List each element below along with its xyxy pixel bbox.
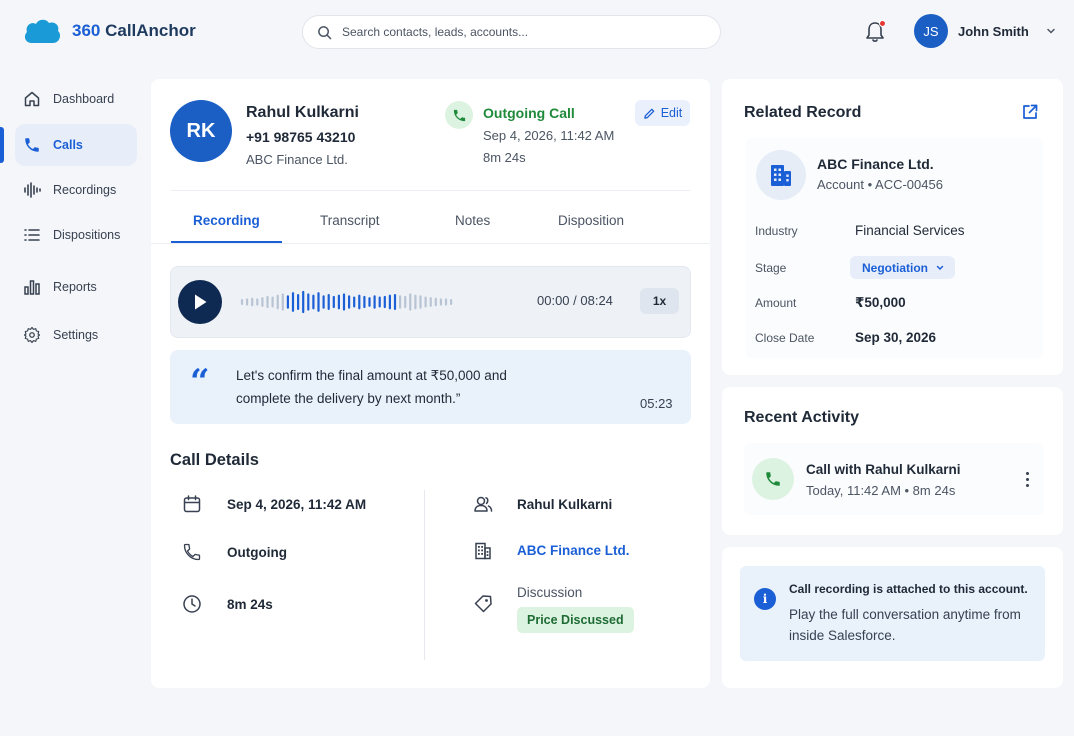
info-icon: i xyxy=(754,588,776,610)
highlight-timestamp[interactable]: 05:23 xyxy=(640,396,673,411)
contact-avatar: RK xyxy=(170,100,232,162)
user-avatar: JS xyxy=(914,14,948,48)
recent-activity-title: Recent Activity xyxy=(744,409,859,426)
notification-dot xyxy=(879,20,886,27)
stage-value: Negotiation xyxy=(862,260,928,275)
detail-contact: Rahul Kulkarni xyxy=(517,497,613,512)
user-name: John Smith xyxy=(958,23,1029,39)
info-text: Play the full conversation anytime from … xyxy=(789,607,1021,643)
related-record-title: Related Record xyxy=(744,104,862,121)
calendar-icon xyxy=(180,492,204,516)
call-details-title: Call Details xyxy=(170,451,259,469)
list-icon xyxy=(24,229,40,241)
phone-icon xyxy=(766,472,780,486)
close-date-value: Sep 30, 2026 xyxy=(855,330,937,345)
edit-label: Edit xyxy=(660,106,683,120)
activity-meta: Today, 11:42 AM • 8m 24s xyxy=(806,483,956,498)
activity-call-icon xyxy=(752,458,794,500)
contact-company: ABC Finance Ltd. xyxy=(246,152,348,167)
detail-duration: 8m 24s xyxy=(227,597,273,612)
audio-waveform[interactable] xyxy=(239,288,459,316)
account-name[interactable]: ABC Finance Ltd. xyxy=(817,156,934,172)
detail-disposition-label: Discussion xyxy=(517,585,583,600)
sidebar-item-label: Dashboard xyxy=(53,92,115,106)
users-icon xyxy=(471,492,495,516)
sidebar-item-dispositions[interactable]: Dispositions xyxy=(15,214,137,256)
chevron-down-icon xyxy=(1047,28,1055,34)
app-name: 360 CallAnchor xyxy=(72,21,196,40)
sidebar-item-dashboard[interactable]: Dashboard xyxy=(15,78,137,120)
detail-account-link[interactable]: ABC Finance Ltd. xyxy=(517,543,630,558)
phone-icon xyxy=(25,138,39,152)
edit-button[interactable]: Edit xyxy=(635,100,690,126)
quote-icon: “ xyxy=(190,362,210,402)
details-divider xyxy=(424,490,425,660)
call-datetime: Sep 4, 2026, 11:42 AM xyxy=(483,128,615,143)
sidebar-item-calls[interactable]: Calls xyxy=(15,124,137,166)
amount-value: ₹50,000 xyxy=(855,295,906,310)
search-bar[interactable] xyxy=(302,15,721,49)
sidebar-item-reports[interactable]: Reports xyxy=(15,266,137,308)
clock-icon xyxy=(180,592,204,616)
sidebar-item-label: Calls xyxy=(53,138,83,152)
more-options-icon[interactable] xyxy=(1019,468,1035,490)
play-button[interactable] xyxy=(178,280,222,324)
disposition-badge: Price Discussed xyxy=(517,607,634,633)
account-icon xyxy=(756,150,806,200)
tabs-divider xyxy=(151,243,710,244)
call-type: Outgoing Call xyxy=(483,105,575,121)
building-icon xyxy=(471,539,495,563)
sidebar-item-settings[interactable]: Settings xyxy=(15,314,137,356)
gear-icon xyxy=(23,326,41,344)
notifications-button[interactable] xyxy=(864,20,886,44)
activity-title: Call with Rahul Kulkarni xyxy=(806,462,961,477)
stage-label: Stage xyxy=(755,261,787,275)
sidebar-item-label: Recordings xyxy=(53,183,117,197)
play-icon xyxy=(195,294,207,310)
phone-outline-icon xyxy=(180,540,204,564)
external-link-icon[interactable] xyxy=(1021,103,1039,126)
pencil-icon xyxy=(643,108,655,119)
tab-recording[interactable]: Recording xyxy=(193,213,260,228)
detail-direction: Outgoing xyxy=(227,545,287,560)
home-icon xyxy=(24,91,40,107)
playback-speed-button[interactable]: 1x xyxy=(640,288,679,314)
phone-icon xyxy=(453,109,465,121)
search-input[interactable] xyxy=(342,25,682,39)
sidebar-item-label: Dispositions xyxy=(53,228,121,242)
highlight-text: Let's confirm the final amount at ₹50,00… xyxy=(236,368,507,406)
cloud-logo-icon xyxy=(24,19,61,43)
amount-label: Amount xyxy=(755,296,797,310)
contact-phone: +91 98765 43210 xyxy=(246,129,356,145)
user-menu[interactable]: JS John Smith xyxy=(914,14,1057,48)
call-duration: 8m 24s xyxy=(483,150,526,165)
tab-disposition[interactable]: Disposition xyxy=(558,213,624,228)
contact-name: Rahul Kulkarni xyxy=(246,104,359,121)
sidebar-item-recordings[interactable]: Recordings xyxy=(15,169,137,211)
sidebar-item-label: Settings xyxy=(53,328,99,342)
tab-notes[interactable]: Notes xyxy=(455,213,490,228)
sidebar-item-label: Reports xyxy=(53,280,97,294)
detail-date: Sep 4, 2026, 11:42 AM xyxy=(227,497,367,512)
tag-icon xyxy=(471,592,495,616)
playback-time: 00:00 / 08:24 xyxy=(537,293,613,308)
call-status-icon xyxy=(445,101,473,129)
tab-transcript[interactable]: Transcript xyxy=(320,213,380,228)
active-nav-indicator xyxy=(0,127,4,163)
stage-dropdown[interactable]: Negotiation xyxy=(850,256,955,279)
industry-value: Financial Services xyxy=(855,223,965,238)
header-divider xyxy=(171,190,690,191)
chevron-down-icon xyxy=(936,265,944,270)
building-icon xyxy=(771,165,791,186)
close-date-label: Close Date xyxy=(755,331,815,345)
app-logo[interactable]: 360 CallAnchor xyxy=(22,16,196,46)
waveform-icon xyxy=(24,182,41,198)
industry-label: Industry xyxy=(755,224,798,238)
account-id: Account • ACC-00456 xyxy=(817,177,943,192)
info-title: Call recording is attached to this accou… xyxy=(789,582,1028,596)
search-icon xyxy=(318,25,332,39)
bar-chart-icon xyxy=(24,280,40,295)
